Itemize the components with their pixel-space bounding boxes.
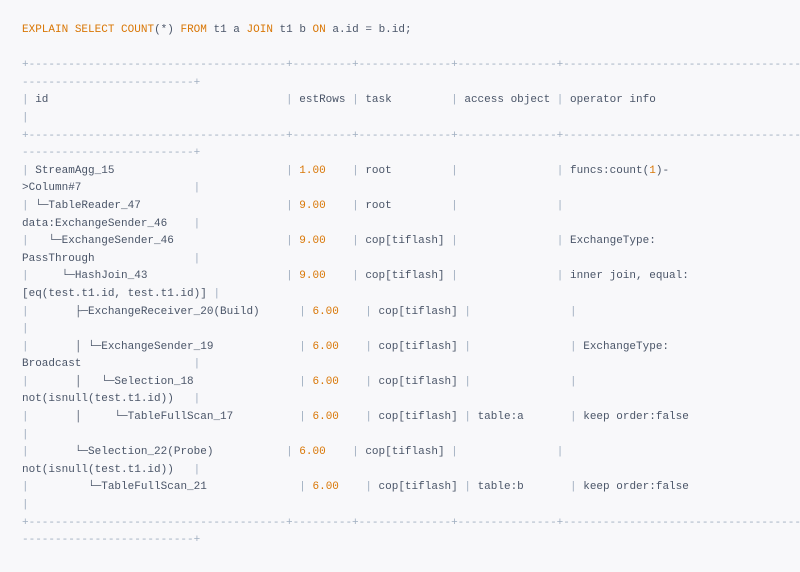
row-exchangesender46: | └─ExchangeSender_46 | 9.00 | cop[tifla… — [22, 235, 662, 265]
row-tablefullscan17: | │ └─TableFullScan_17 | 6.00 | cop[tifl… — [22, 411, 715, 441]
query-line: EXPLAIN SELECT COUNT(*) FROM t1 a JOIN t… — [22, 24, 412, 36]
sql-explain-output: EXPLAIN SELECT COUNT(*) FROM t1 a JOIN t… — [0, 0, 800, 572]
row-exchangesender19: | │ └─ExchangeSender_19 | 6.00 | cop[tif… — [22, 341, 676, 371]
header-row: | id | estRows | task | access object | … — [22, 94, 702, 124]
row-selection22: | └─Selection_22(Probe) | 6.00 | cop[tif… — [22, 446, 570, 476]
row-tablefullscan21: | └─TableFullScan_21 | 6.00 | cop[tiflas… — [22, 481, 715, 511]
row-exchangereceiver20: | ├─ExchangeReceiver_20(Build) | 6.00 | … — [22, 306, 583, 336]
row-streamagg: | StreamAgg_15 | 1.00 | root | | funcs:c… — [22, 165, 669, 195]
separator-bottom: +---------------------------------------… — [22, 517, 800, 529]
row-hashjoin: | └─HashJoin_43 | 9.00 | cop[tiflash] | … — [22, 270, 689, 300]
separator-top: +---------------------------------------… — [22, 59, 800, 71]
row-tablereader: | └─TableReader_47 | 9.00 | root | | dat… — [22, 200, 570, 230]
row-selection18: | │ └─Selection_18 | 6.00 | cop[tiflash]… — [22, 376, 583, 406]
separator-mid: +---------------------------------------… — [22, 130, 800, 142]
